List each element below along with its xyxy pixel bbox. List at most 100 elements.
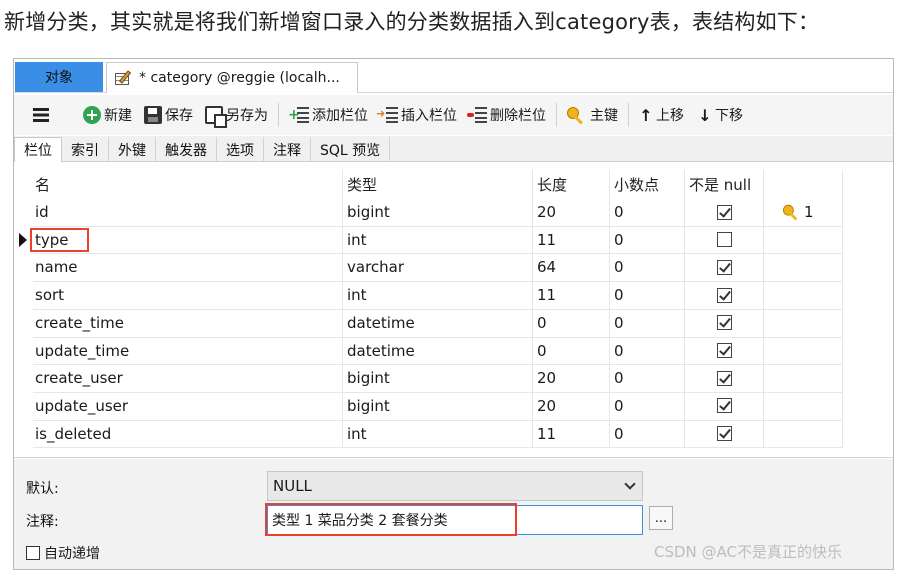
- tab-fields[interactable]: 栏位: [14, 137, 62, 163]
- save-as-button[interactable]: 另存为: [205, 101, 268, 129]
- field-decimal-cell[interactable]: 0: [614, 198, 684, 226]
- field-type-cell[interactable]: int: [347, 281, 532, 309]
- field-decimal-cell[interactable]: 0: [614, 420, 684, 448]
- field-length-cell[interactable]: 20: [537, 392, 609, 420]
- field-length-cell[interactable]: 0: [537, 309, 609, 337]
- chevron-down-icon: [624, 478, 636, 490]
- key-cell[interactable]: [782, 253, 842, 281]
- new-button[interactable]: 新建: [83, 101, 132, 129]
- field-length-cell[interactable]: 20: [537, 364, 609, 392]
- field-length-cell[interactable]: 64: [537, 253, 609, 281]
- field-name-cell[interactable]: is_deleted: [33, 420, 342, 448]
- not-null-cell[interactable]: [689, 198, 763, 226]
- tab-triggers[interactable]: 触发器: [156, 137, 217, 162]
- key-cell[interactable]: [782, 309, 842, 337]
- not-null-checkbox[interactable]: [717, 259, 732, 275]
- key-cell[interactable]: 1: [782, 198, 842, 226]
- header-decimal[interactable]: 小数点: [614, 170, 684, 198]
- field-decimal-cell[interactable]: 0: [614, 337, 684, 365]
- key-cell[interactable]: [782, 281, 842, 309]
- field-length-cell[interactable]: 11: [537, 226, 609, 254]
- field-length-cell[interactable]: 0: [537, 337, 609, 365]
- field-length-cell[interactable]: 20: [537, 198, 609, 226]
- save-button[interactable]: 保存: [144, 101, 193, 129]
- not-null-checkbox[interactable]: [717, 232, 732, 248]
- not-null-checkbox[interactable]: [717, 204, 732, 220]
- not-null-checkbox[interactable]: [717, 343, 732, 358]
- field-decimal-cell[interactable]: 0: [614, 309, 684, 337]
- key-cell[interactable]: [782, 364, 842, 392]
- field-decimal-cell[interactable]: 0: [614, 364, 684, 392]
- insert-column-button[interactable]: 插入栏位: [376, 101, 457, 129]
- table-row[interactable]: create_user bigint 20 0: [14, 364, 842, 392]
- key-cell[interactable]: [782, 337, 842, 365]
- auto-increment-checkbox[interactable]: 自动递增: [26, 543, 100, 563]
- field-name-cell[interactable]: update_time: [33, 337, 342, 365]
- comment-more-button[interactable]: ...: [649, 506, 673, 530]
- field-decimal-cell[interactable]: 0: [614, 226, 684, 254]
- field-length-cell[interactable]: 11: [537, 420, 609, 448]
- header-type[interactable]: 类型: [347, 170, 532, 198]
- table-row[interactable]: is_deleted int 11 0: [14, 420, 842, 448]
- tab-design-category[interactable]: * category @reggie (localh...: [106, 62, 358, 93]
- field-decimal-cell[interactable]: 0: [614, 392, 684, 420]
- key-cell[interactable]: [782, 226, 842, 254]
- tab-indexes[interactable]: 索引: [62, 137, 109, 162]
- delete-column-button[interactable]: 删除栏位: [467, 101, 546, 129]
- field-type-cell[interactable]: bigint: [347, 198, 532, 226]
- not-null-cell[interactable]: [689, 309, 763, 337]
- new-icon: [83, 106, 101, 124]
- header-not-null[interactable]: 不是 null: [689, 170, 763, 198]
- field-type-cell[interactable]: bigint: [347, 392, 532, 420]
- move-up-button[interactable]: ↑ 上移: [639, 101, 684, 129]
- not-null-checkbox[interactable]: [717, 315, 732, 331]
- table-row[interactable]: update_time datetime 0 0: [14, 337, 842, 365]
- not-null-cell[interactable]: [689, 337, 763, 365]
- field-type-cell[interactable]: bigint: [347, 364, 532, 392]
- field-decimal-cell[interactable]: 0: [614, 281, 684, 309]
- not-null-checkbox[interactable]: [717, 370, 732, 386]
- add-column-button[interactable]: 添加栏位: [288, 101, 368, 129]
- not-null-checkbox[interactable]: [717, 287, 732, 303]
- tab-sql-preview[interactable]: SQL 预览: [311, 137, 391, 162]
- field-length-cell[interactable]: 11: [537, 281, 609, 309]
- tab-objects[interactable]: 对象: [15, 62, 103, 92]
- table-row[interactable]: name varchar 64 0: [14, 253, 842, 281]
- field-name-cell[interactable]: name: [33, 253, 342, 281]
- tab-options[interactable]: 选项: [217, 137, 264, 162]
- field-type-cell[interactable]: varchar: [347, 253, 532, 281]
- field-name-cell[interactable]: create_user: [33, 364, 342, 392]
- header-length[interactable]: 长度: [537, 170, 609, 198]
- table-row[interactable]: sort int 11 0: [14, 281, 842, 309]
- not-null-cell[interactable]: [689, 392, 763, 420]
- table-row[interactable]: create_time datetime 0 0: [14, 309, 842, 337]
- key-cell[interactable]: [782, 420, 842, 448]
- table-row[interactable]: id bigint 20 0 1: [14, 198, 842, 226]
- not-null-checkbox[interactable]: [717, 398, 732, 414]
- field-type-cell[interactable]: int: [347, 226, 532, 254]
- not-null-cell[interactable]: [689, 226, 763, 254]
- field-name-cell[interactable]: id: [33, 198, 342, 226]
- field-decimal-cell[interactable]: 0: [614, 253, 684, 281]
- field-name-cell[interactable]: sort: [33, 281, 342, 309]
- table-row[interactable]: update_user bigint 20 0: [14, 392, 842, 420]
- table-row[interactable]: type int 11 0: [14, 226, 842, 254]
- not-null-cell[interactable]: [689, 364, 763, 392]
- not-null-cell[interactable]: [689, 281, 763, 309]
- field-type-cell[interactable]: datetime: [347, 309, 532, 337]
- field-type-cell[interactable]: int: [347, 420, 532, 448]
- menu-icon[interactable]: [33, 108, 49, 122]
- field-name-cell[interactable]: update_user: [33, 392, 342, 420]
- field-type-cell[interactable]: datetime: [347, 337, 532, 365]
- tab-foreign-keys[interactable]: 外键: [109, 137, 156, 162]
- not-null-cell[interactable]: [689, 253, 763, 281]
- not-null-checkbox[interactable]: [717, 426, 732, 442]
- tab-comment[interactable]: 注释: [264, 137, 311, 162]
- primary-key-button[interactable]: 主键: [567, 101, 618, 129]
- key-cell[interactable]: [782, 392, 842, 420]
- header-name[interactable]: 名: [33, 170, 342, 198]
- default-select[interactable]: NULL: [267, 471, 643, 501]
- field-name-cell[interactable]: create_time: [33, 309, 342, 337]
- not-null-cell[interactable]: [689, 420, 763, 448]
- move-down-button[interactable]: ↓ 下移: [698, 101, 743, 129]
